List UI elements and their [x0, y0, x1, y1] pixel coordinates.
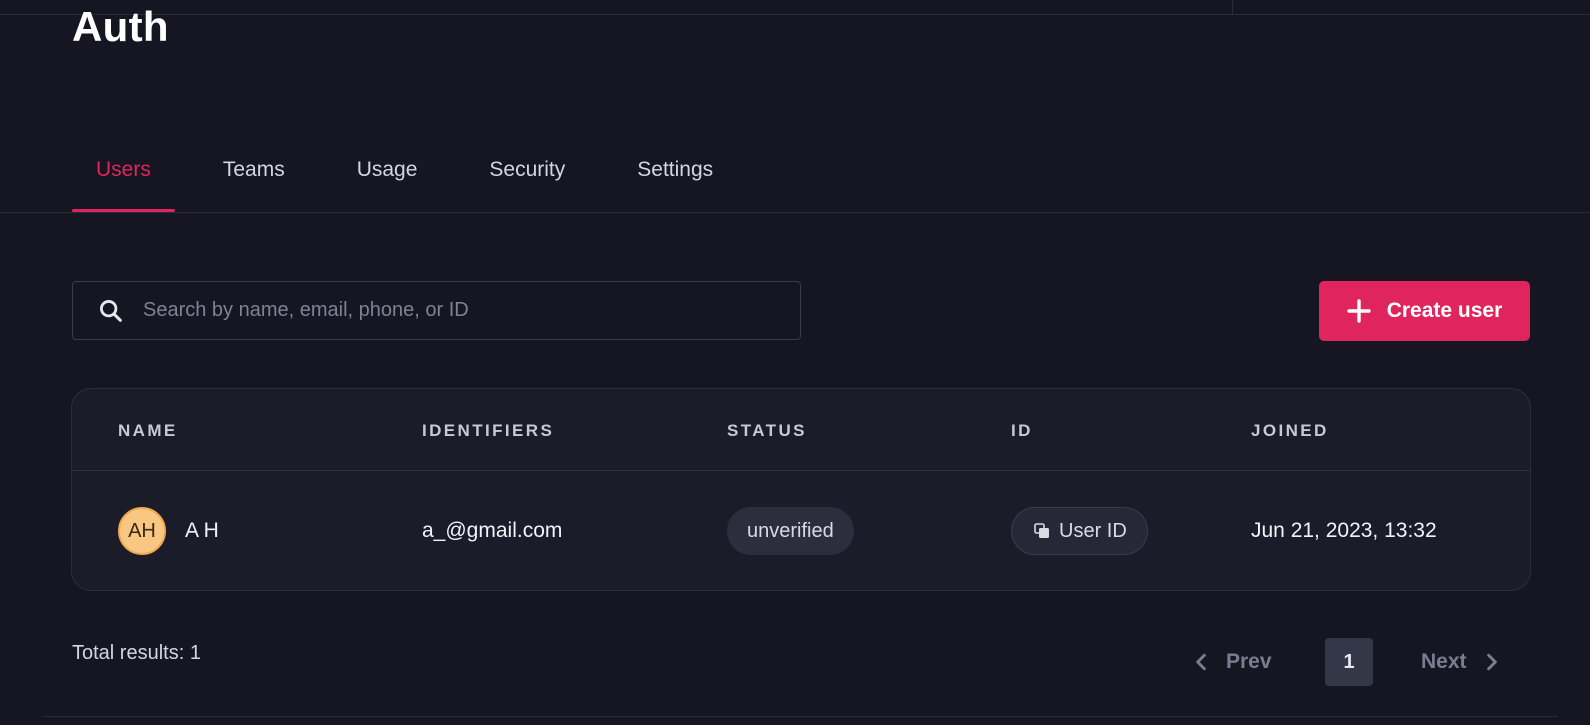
bottom-divider — [43, 716, 1558, 717]
top-vertical-divider — [1232, 0, 1233, 14]
tab-teams[interactable]: Teams — [199, 150, 309, 212]
create-user-button[interactable]: Create user — [1319, 281, 1530, 341]
table-header: NAME IDENTIFIERS STATUS ID JOINED — [72, 389, 1530, 471]
search-input[interactable] — [143, 299, 800, 322]
cell-status: unverified — [727, 471, 854, 590]
chevron-left-icon — [1196, 653, 1206, 671]
user-id-label: User ID — [1059, 519, 1127, 542]
tab-security[interactable]: Security — [465, 150, 589, 212]
copy-user-id-button[interactable]: User ID — [1011, 507, 1148, 555]
tab-settings[interactable]: Settings — [613, 150, 737, 212]
column-header-status[interactable]: STATUS — [727, 421, 807, 441]
total-results: Total results: 1 — [72, 642, 201, 664]
column-header-identifiers[interactable]: IDENTIFIERS — [422, 421, 554, 441]
prev-page-button[interactable]: Prev — [1192, 638, 1272, 686]
status-badge: unverified — [727, 507, 854, 555]
column-header-name[interactable]: NAME — [118, 421, 178, 441]
user-email: a_@gmail.com — [422, 519, 563, 542]
search-icon — [100, 299, 122, 322]
table-row[interactable]: AH A H a_@gmail.com unverified User ID J… — [72, 471, 1530, 590]
column-header-joined[interactable]: JOINED — [1251, 421, 1329, 441]
cell-identifier: a_@gmail.com — [422, 471, 563, 590]
cell-joined: Jun 21, 2023, 13:32 — [1251, 471, 1437, 590]
search-box — [72, 281, 801, 340]
page-number-button[interactable]: 1 — [1325, 638, 1373, 686]
page-title: Auth — [72, 3, 169, 50]
tab-users[interactable]: Users — [72, 150, 175, 212]
create-user-label: Create user — [1386, 299, 1503, 322]
prev-label: Prev — [1226, 650, 1272, 673]
column-header-id[interactable]: ID — [1011, 421, 1033, 441]
cell-id: User ID — [1011, 471, 1148, 590]
user-name: A H — [185, 519, 219, 542]
page: Auth Users Teams Usage Security Settings… — [0, 0, 1590, 725]
tab-usage[interactable]: Usage — [333, 150, 442, 212]
next-page-button[interactable]: Next — [1421, 638, 1501, 686]
joined-date: Jun 21, 2023, 13:32 — [1251, 519, 1437, 542]
copy-icon — [1034, 523, 1049, 538]
tabs-divider — [0, 212, 1590, 213]
plus-icon — [1347, 299, 1371, 323]
cell-name: AH A H — [118, 471, 219, 590]
avatar: AH — [118, 507, 166, 555]
top-divider — [0, 14, 1590, 15]
users-table: NAME IDENTIFIERS STATUS ID JOINED AH A H… — [71, 388, 1531, 591]
next-label: Next — [1421, 650, 1467, 673]
chevron-right-icon — [1486, 653, 1497, 671]
tab-bar: Users Teams Usage Security Settings — [72, 150, 761, 212]
